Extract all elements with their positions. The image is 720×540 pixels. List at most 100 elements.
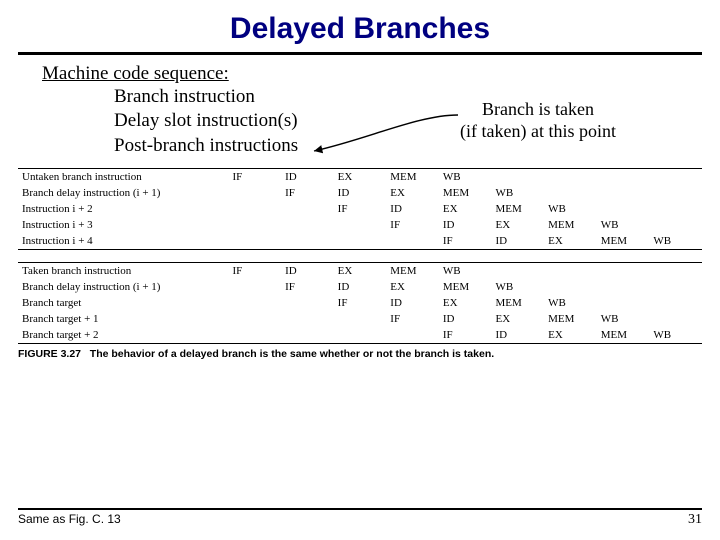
row-label: Taken branch instruction bbox=[18, 263, 228, 279]
pipeline-table-untaken: Untaken branch instructionIFIDEXMEMWBBra… bbox=[18, 169, 702, 249]
row-label: Instruction i + 4 bbox=[18, 233, 228, 249]
stage-cell bbox=[386, 327, 439, 343]
stage-cell: EX bbox=[334, 263, 387, 279]
table-row: Branch delay instruction (i + 1)IFIDEXME… bbox=[18, 279, 702, 295]
stage-cell: EX bbox=[334, 169, 387, 185]
mcs-heading: Machine code sequence: bbox=[42, 63, 702, 85]
stage-cell: EX bbox=[544, 327, 597, 343]
table-row: Instruction i + 3IFIDEXMEMWB bbox=[18, 217, 702, 233]
stage-cell: WB bbox=[492, 185, 545, 201]
stage-cell: WB bbox=[439, 263, 492, 279]
stage-cell bbox=[649, 295, 702, 311]
stage-cell bbox=[544, 263, 597, 279]
stage-cell: EX bbox=[386, 185, 439, 201]
footer-note: Same as Fig. C. 13 bbox=[18, 512, 121, 528]
stage-cell: EX bbox=[544, 233, 597, 249]
stage-cell bbox=[334, 233, 387, 249]
stage-cell bbox=[281, 201, 334, 217]
stage-cell: WB bbox=[544, 201, 597, 217]
stage-cell: IF bbox=[386, 217, 439, 233]
stage-cell: ID bbox=[334, 185, 387, 201]
stage-cell bbox=[281, 311, 334, 327]
stage-cell bbox=[597, 201, 650, 217]
stage-cell bbox=[649, 185, 702, 201]
stage-cell: MEM bbox=[386, 263, 439, 279]
stage-cell bbox=[597, 279, 650, 295]
figure-caption: FIGURE 3.27 The behavior of a delayed br… bbox=[18, 348, 702, 360]
table-row: Instruction i + 2IFIDEXMEMWB bbox=[18, 201, 702, 217]
stage-cell: MEM bbox=[386, 169, 439, 185]
stage-cell bbox=[544, 185, 597, 201]
stage-cell: WB bbox=[649, 327, 702, 343]
stage-cell: IF bbox=[228, 263, 281, 279]
stage-cell bbox=[649, 201, 702, 217]
stage-cell bbox=[228, 185, 281, 201]
stage-cell: WB bbox=[597, 311, 650, 327]
stage-cell: EX bbox=[492, 217, 545, 233]
slide-title: Delayed Branches bbox=[18, 12, 702, 46]
table-row: Branch delay instruction (i + 1)IFIDEXME… bbox=[18, 185, 702, 201]
stage-cell bbox=[597, 295, 650, 311]
stage-cell: EX bbox=[492, 311, 545, 327]
stage-cell: WB bbox=[649, 233, 702, 249]
stage-cell bbox=[544, 279, 597, 295]
stage-cell bbox=[386, 233, 439, 249]
branch-note-line1: Branch is taken bbox=[460, 99, 616, 121]
stage-cell bbox=[597, 169, 650, 185]
row-label: Branch target + 1 bbox=[18, 311, 228, 327]
stage-cell bbox=[492, 169, 545, 185]
stage-cell: EX bbox=[439, 295, 492, 311]
stage-cell bbox=[597, 185, 650, 201]
stage-cell: IF bbox=[228, 169, 281, 185]
stage-cell bbox=[228, 201, 281, 217]
stage-cell: WB bbox=[439, 169, 492, 185]
stage-cell bbox=[228, 279, 281, 295]
stage-cell: IF bbox=[439, 327, 492, 343]
stage-cell: MEM bbox=[492, 201, 545, 217]
branch-note-line2: (if taken) at this point bbox=[460, 121, 616, 143]
stage-cell bbox=[281, 327, 334, 343]
stage-cell bbox=[544, 169, 597, 185]
pipeline-tables: Untaken branch instructionIFIDEXMEMWBBra… bbox=[18, 168, 702, 360]
table-row: Untaken branch instructionIFIDEXMEMWB bbox=[18, 169, 702, 185]
stage-cell bbox=[649, 217, 702, 233]
stage-cell: ID bbox=[386, 295, 439, 311]
stage-cell bbox=[597, 263, 650, 279]
stage-cell bbox=[228, 327, 281, 343]
stage-cell: MEM bbox=[439, 279, 492, 295]
stage-cell: MEM bbox=[544, 217, 597, 233]
stage-cell bbox=[492, 263, 545, 279]
stage-cell: IF bbox=[281, 279, 334, 295]
stage-cell: EX bbox=[386, 279, 439, 295]
table-row: Branch target IFIDEXMEMWB bbox=[18, 295, 702, 311]
stage-cell: MEM bbox=[492, 295, 545, 311]
branch-note: Branch is taken (if taken) at this point bbox=[460, 99, 616, 142]
stage-cell: ID bbox=[439, 217, 492, 233]
stage-cell bbox=[281, 217, 334, 233]
slide-footer: Same as Fig. C. 13 31 bbox=[0, 508, 720, 528]
footer-rule bbox=[18, 508, 702, 510]
stage-cell: WB bbox=[544, 295, 597, 311]
row-label: Branch target + 2 bbox=[18, 327, 228, 343]
stage-cell: EX bbox=[439, 201, 492, 217]
stage-cell bbox=[228, 311, 281, 327]
table2-bottom-rule bbox=[18, 343, 702, 344]
title-underline bbox=[18, 52, 702, 55]
stage-cell bbox=[334, 327, 387, 343]
stage-cell: ID bbox=[492, 233, 545, 249]
stage-cell bbox=[649, 311, 702, 327]
row-label: Branch target bbox=[18, 295, 228, 311]
stage-cell bbox=[334, 217, 387, 233]
table-row: Branch target + 2IFIDEXMEMWB bbox=[18, 327, 702, 343]
stage-cell bbox=[228, 233, 281, 249]
stage-cell: IF bbox=[334, 295, 387, 311]
stage-cell bbox=[649, 279, 702, 295]
stage-cell: ID bbox=[492, 327, 545, 343]
stage-cell: WB bbox=[597, 217, 650, 233]
stage-cell: ID bbox=[439, 311, 492, 327]
stage-cell bbox=[281, 295, 334, 311]
pipeline-table-taken: Taken branch instructionIFIDEXMEMWBBranc… bbox=[18, 263, 702, 343]
stage-cell: MEM bbox=[544, 311, 597, 327]
table-row: Taken branch instructionIFIDEXMEMWB bbox=[18, 263, 702, 279]
stage-cell bbox=[649, 169, 702, 185]
